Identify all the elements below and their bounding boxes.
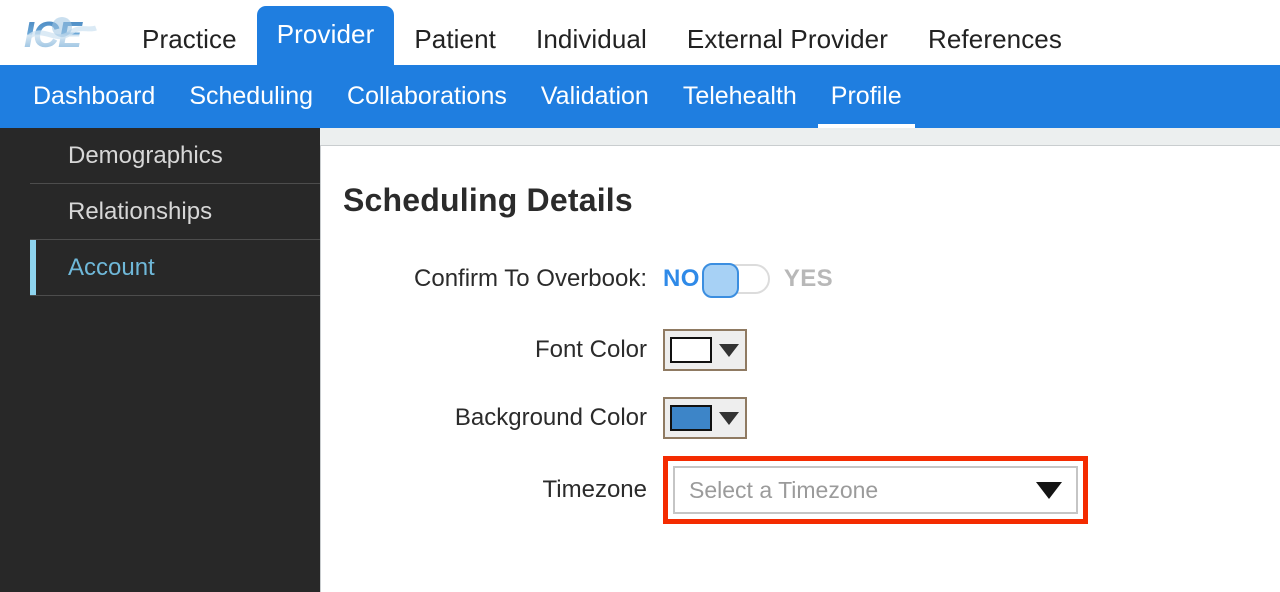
background-color-picker[interactable]: [663, 397, 747, 439]
confirm-overbook-label: Confirm To Overbook:: [414, 265, 647, 292]
confirm-overbook-field: NO YES: [663, 263, 1280, 298]
toggle-on-label: YES: [783, 265, 834, 292]
subnav-item-scheduling[interactable]: Scheduling: [172, 65, 330, 128]
top-tab-patient[interactable]: Patient: [394, 13, 516, 65]
form-row-confirm-overbook: Confirm To Overbook: NO YES: [321, 242, 1280, 316]
subnav-item-label: Scheduling: [189, 82, 314, 110]
sidebar-item-label: Relationships: [68, 197, 213, 225]
background-color-field: [663, 397, 1280, 439]
timezone-placeholder: Select a Timezone: [689, 476, 879, 503]
main-content-panel: Scheduling Details Confirm To Overbook: …: [320, 145, 1280, 592]
confirm-overbook-toggle[interactable]: [701, 263, 770, 298]
top-tab-individual[interactable]: Individual: [516, 13, 667, 65]
form-row-timezone: Timezone Select a Timezone: [321, 452, 1280, 528]
profile-sidebar: Demographics Relationships Account: [0, 128, 320, 592]
subnav-item-label: Telehealth: [682, 82, 797, 110]
page-title: Scheduling Details: [343, 182, 633, 218]
subnav-item-label: Collaborations: [347, 82, 507, 110]
timezone-highlight-annotation: Select a Timezone: [663, 456, 1088, 524]
top-tab-provider[interactable]: Provider: [256, 6, 395, 65]
font-color-field: [663, 329, 1280, 371]
background-color-label: Background Color: [454, 404, 647, 431]
top-tab-label: Provider: [276, 18, 375, 49]
app-root: ICE Practice Provider Patient Individual…: [0, 0, 1280, 592]
form-row-background-color: Background Color: [321, 384, 1280, 452]
subnav-item-profile[interactable]: Profile: [814, 65, 919, 128]
top-tab-list: Practice Provider Patient Individual Ext…: [122, 0, 1082, 65]
toggle-knob: [701, 263, 739, 298]
ice-logo[interactable]: ICE: [22, 10, 100, 58]
subnav-item-validation[interactable]: Validation: [524, 65, 666, 128]
top-tab-external-provider[interactable]: External Provider: [667, 13, 908, 65]
scheduling-details-form: Confirm To Overbook: NO YES Font Color B…: [321, 242, 1280, 528]
subnav-item-telehealth[interactable]: Telehealth: [666, 65, 814, 128]
chevron-down-icon: [719, 343, 739, 357]
top-tab-label: Practice: [142, 23, 237, 54]
top-tab-practice[interactable]: Practice: [122, 13, 257, 65]
font-color-swatch: [670, 337, 712, 363]
subnav-item-label: Validation: [540, 82, 649, 110]
top-tab-label: External Provider: [686, 23, 888, 54]
timezone-label: Timezone: [542, 476, 647, 503]
chevron-down-icon: [1036, 481, 1062, 499]
sidebar-item-account[interactable]: Account: [30, 240, 320, 296]
form-row-font-color: Font Color: [321, 316, 1280, 384]
timezone-field: Select a Timezone: [663, 456, 1280, 524]
toggle-off-label: NO: [663, 265, 700, 292]
subnav-item-dashboard[interactable]: Dashboard: [16, 65, 172, 128]
top-tab-label: References: [928, 23, 1062, 54]
timezone-select[interactable]: Select a Timezone: [673, 466, 1078, 514]
top-tab-references[interactable]: References: [908, 13, 1082, 65]
top-tab-label: Individual: [536, 23, 647, 54]
sidebar-item-label: Demographics: [68, 141, 223, 169]
subnav-item-label: Profile: [830, 82, 902, 110]
background-color-swatch: [670, 405, 712, 431]
font-color-picker[interactable]: [663, 329, 747, 371]
chevron-down-icon: [719, 411, 739, 425]
sidebar-item-label: Account: [68, 253, 155, 281]
font-color-label: Font Color: [534, 336, 647, 363]
sub-navigation-bar: Dashboard Scheduling Collaborations Vali…: [0, 65, 1280, 128]
confirm-overbook-toggle-group[interactable]: NO YES: [663, 263, 834, 298]
top-navigation-bar: ICE Practice Provider Patient Individual…: [0, 0, 1280, 65]
sidebar-item-demographics[interactable]: Demographics: [30, 128, 320, 184]
subnav-item-label: Dashboard: [33, 82, 156, 110]
top-tab-label: Patient: [414, 23, 497, 54]
subnav-item-collaborations[interactable]: Collaborations: [330, 65, 524, 128]
sidebar-item-relationships[interactable]: Relationships: [30, 184, 320, 240]
